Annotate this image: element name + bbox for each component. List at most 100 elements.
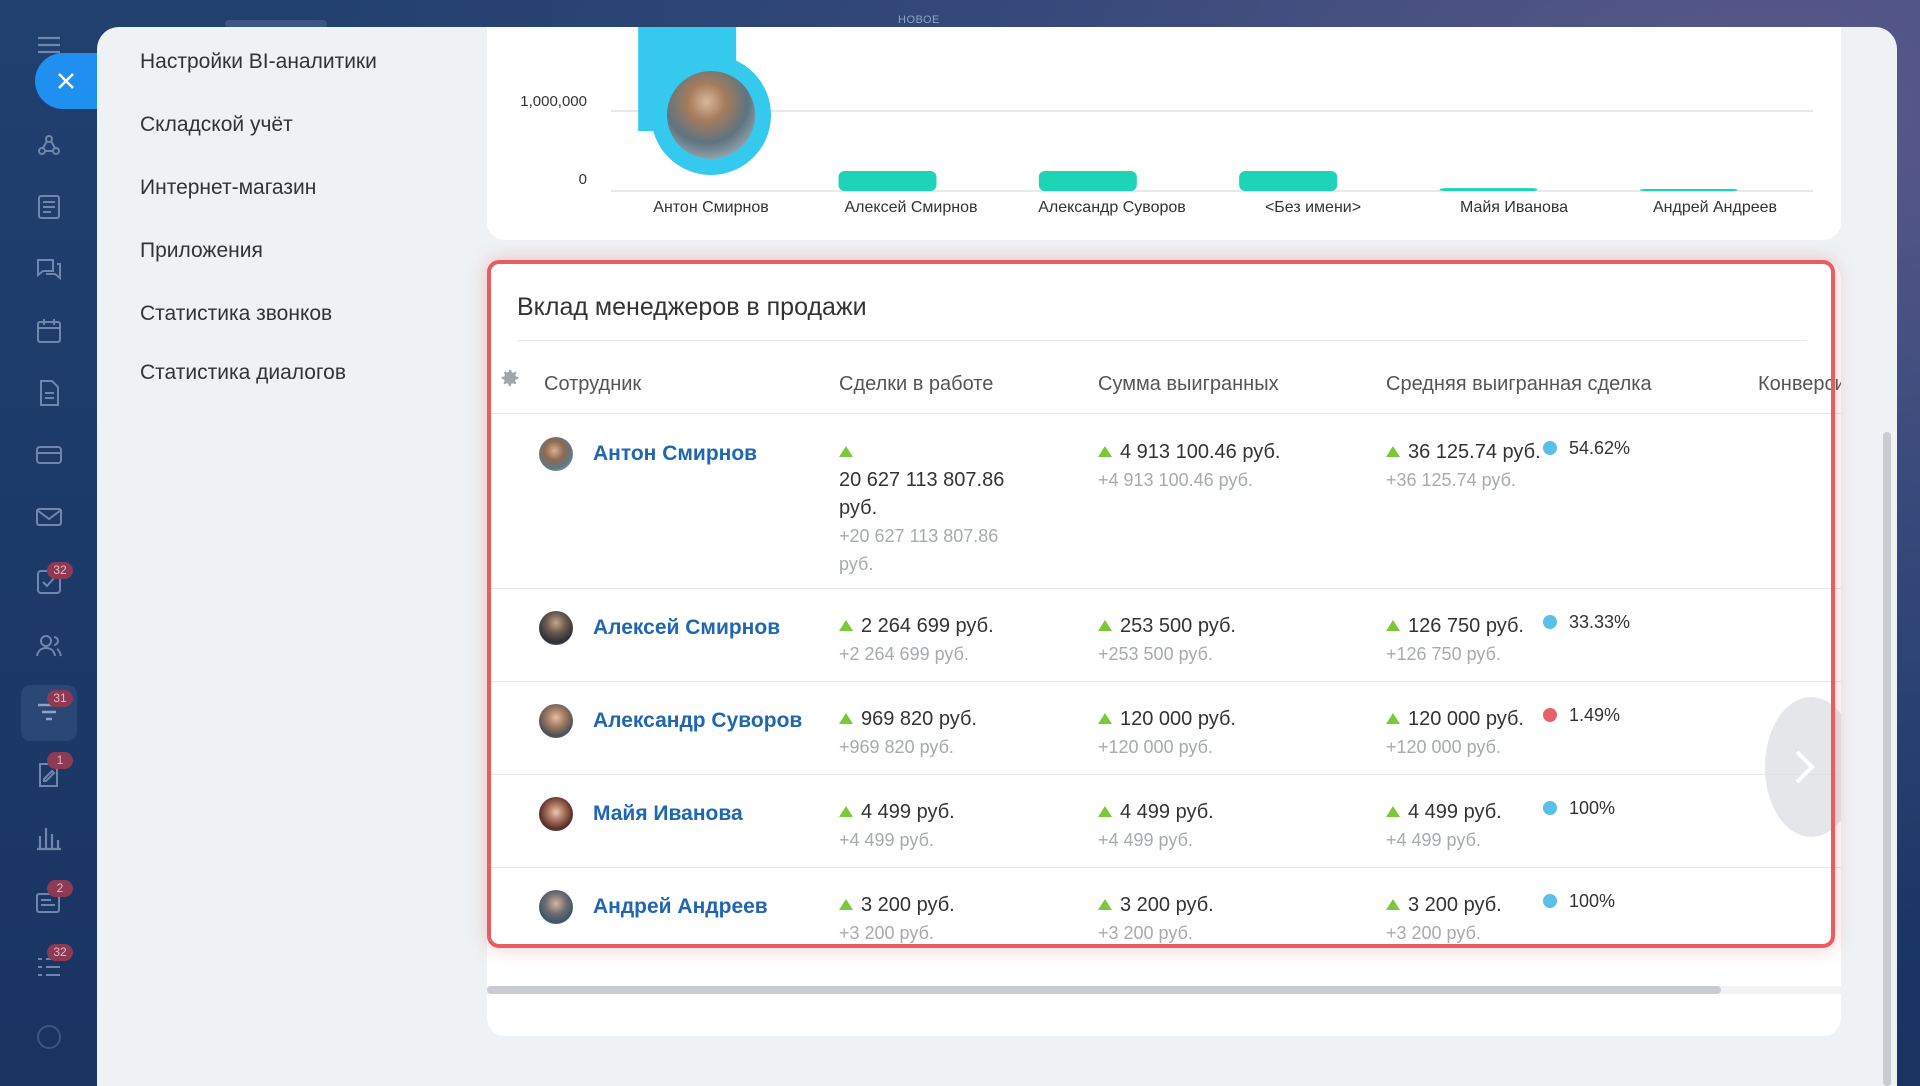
contacts-icon[interactable] [34,630,64,660]
conversion-cell: 100% [1543,798,1615,819]
won-sum-cell: 120 000 руб. +120 000 руб. [1098,708,1236,757]
won-sum-cell: 253 500 руб. +253 500 руб. [1098,615,1236,664]
avg-won-deal-cell: 126 750 руб. +126 750 руб. [1386,615,1524,664]
column-header-conversion[interactable]: Конверсия [1758,373,1841,396]
column-header-won-sum[interactable]: Сумма выигранных [1098,373,1279,396]
chart-bar[interactable] [838,171,937,191]
column-header-avg-won-deal[interactable]: Средняя выигранная сделка [1386,373,1652,396]
avg-won-deal-cell: 4 499 руб. +4 499 руб. [1386,801,1502,850]
card-icon[interactable] [34,440,64,470]
menu-item-warehouse[interactable]: Складской учёт [140,113,293,137]
close-icon [58,73,74,89]
document-icon[interactable] [34,378,64,408]
scrollbar-thumb[interactable] [487,986,1721,994]
chart-bar[interactable] [1639,188,1738,191]
edit-doc-badge: 1 [47,752,73,769]
y-tick-label: 0 [578,171,587,188]
sales-chart-card: 1,000,000 0 Антон Смирнов Алексей Смирно… [487,27,1841,240]
employee-name-link[interactable]: Антон Смирнов [593,442,757,466]
employee-name-link[interactable]: Андрей Андреев [593,895,768,919]
menu-item-dialog-statistics[interactable]: Статистика диалогов [140,361,346,385]
trend-up-icon [839,713,853,724]
trend-up-icon [839,620,853,631]
x-tick-label: Майя Иванова [1459,199,1569,216]
table-row: Майя Иванова 4 499 руб. +4 499 руб. 4 49… [487,774,1841,868]
deals-in-progress-cell: 969 820 руб. +969 820 руб. [839,708,977,757]
chart-avatar-anton[interactable] [651,55,771,175]
x-tick-label: Александр Суворов [1038,199,1186,216]
help-icon[interactable] [34,1022,64,1052]
chat-icon[interactable] [34,254,64,284]
y-tick-label: 1,000,000 [520,93,587,110]
chart-bar[interactable] [1038,171,1137,191]
slider-panel: Настройки BI-аналитики Складской учёт Ин… [97,27,1897,1086]
conversion-dot [1543,894,1557,908]
trend-up-icon [1098,806,1112,817]
conversion-cell: 100% [1543,891,1615,912]
employee-name-link[interactable]: Алексей Смирнов [593,616,780,640]
column-header-deals-in-progress[interactable]: Сделки в работе [839,373,993,396]
reports-badge: 2 [47,880,73,897]
crm-icon[interactable] [34,130,64,160]
won-sum-cell: 4 913 100.46 руб. +4 913 100.46 руб. [1098,441,1281,490]
close-slider-button[interactable] [35,53,97,109]
sales-funnel-badge: 31 [47,690,73,707]
analytics-icon[interactable] [34,822,64,852]
table-row: Антон Смирнов 20 627 113 807.86 руб. +20… [487,413,1841,589]
left-app-bar: 32 31 1 2 32 [0,0,97,1086]
avg-won-deal-cell: 3 200 руб. +3 200 руб. [1386,894,1502,943]
trend-up-icon [839,806,853,817]
vertical-scrollbar[interactable] [1883,432,1891,1086]
gear-icon[interactable] [499,367,521,389]
column-header-employee[interactable]: Сотрудник [544,373,641,396]
menu-item-online-store[interactable]: Интернет-магазин [140,176,316,200]
trend-up-icon [1098,446,1112,457]
avg-won-deal-cell: 120 000 руб. +120 000 руб. [1386,708,1524,757]
table-row: Алексей Смирнов 2 264 699 руб. +2 264 69… [487,588,1841,682]
avatar[interactable] [539,890,573,924]
managers-contribution-card: Вклад менеджеров в продажи Сотрудник Сде… [487,261,1841,1036]
mail-icon[interactable] [34,502,64,532]
table-row: Александр Суворов 969 820 руб. +969 820 … [487,681,1841,775]
chart-bar[interactable] [1439,188,1538,191]
chart-bar[interactable] [1239,171,1338,191]
trend-up-icon [1386,446,1400,457]
feed-icon[interactable] [34,192,64,222]
trend-up-icon [1098,713,1112,724]
employee-name-link[interactable]: Майя Иванова [593,802,743,826]
conversion-cell: 54.62% [1543,438,1630,459]
calendar-icon[interactable] [34,316,64,346]
menu-item-applications[interactable]: Приложения [140,239,263,263]
menu-item-call-statistics[interactable]: Статистика звонков [140,302,332,326]
trend-up-icon [1386,806,1400,817]
chevron-right-icon [1795,750,1815,784]
won-sum-cell: 3 200 руб. +3 200 руб. [1098,894,1214,943]
avg-won-deal-cell: 36 125.74 руб. +36 125.74 руб. [1386,441,1541,490]
employee-name-link[interactable]: Александр Суворов [593,709,802,733]
trend-up-icon [839,899,853,910]
table-row: Андрей Андреев 3 200 руб. +3 200 руб. 3 … [487,867,1841,961]
conversion-cell: 1.49% [1543,705,1620,726]
trend-up-icon [1386,713,1400,724]
conversion-dot [1543,708,1557,722]
conversion-dot [1543,615,1557,629]
trend-up-icon [1098,899,1112,910]
card-title: Вклад менеджеров в продажи [517,293,867,321]
x-tick-label: Андрей Андреев [1652,199,1778,216]
horizontal-scrollbar[interactable] [487,986,1841,994]
deals-in-progress-cell: 2 264 699 руб. +2 264 699 руб. [839,615,994,664]
won-sum-cell: 4 499 руб. +4 499 руб. [1098,801,1214,850]
avatar[interactable] [539,611,573,645]
avatar[interactable] [539,797,573,831]
conversion-dot [1543,441,1557,455]
trend-up-icon [1386,899,1400,910]
trend-up-icon [1098,620,1112,631]
x-tick-label: <Без имени> [1264,199,1362,216]
avatar[interactable] [539,704,573,738]
deals-in-progress-cell: 3 200 руб. +3 200 руб. [839,894,955,943]
avatar[interactable] [539,437,573,471]
menu-item-bi-analytics[interactable]: Настройки BI-аналитики [140,50,377,74]
tasks-badge: 32 [47,562,73,579]
x-tick-label: Антон Смирнов [653,199,769,216]
top-new-label: НОВОЕ [898,14,940,26]
